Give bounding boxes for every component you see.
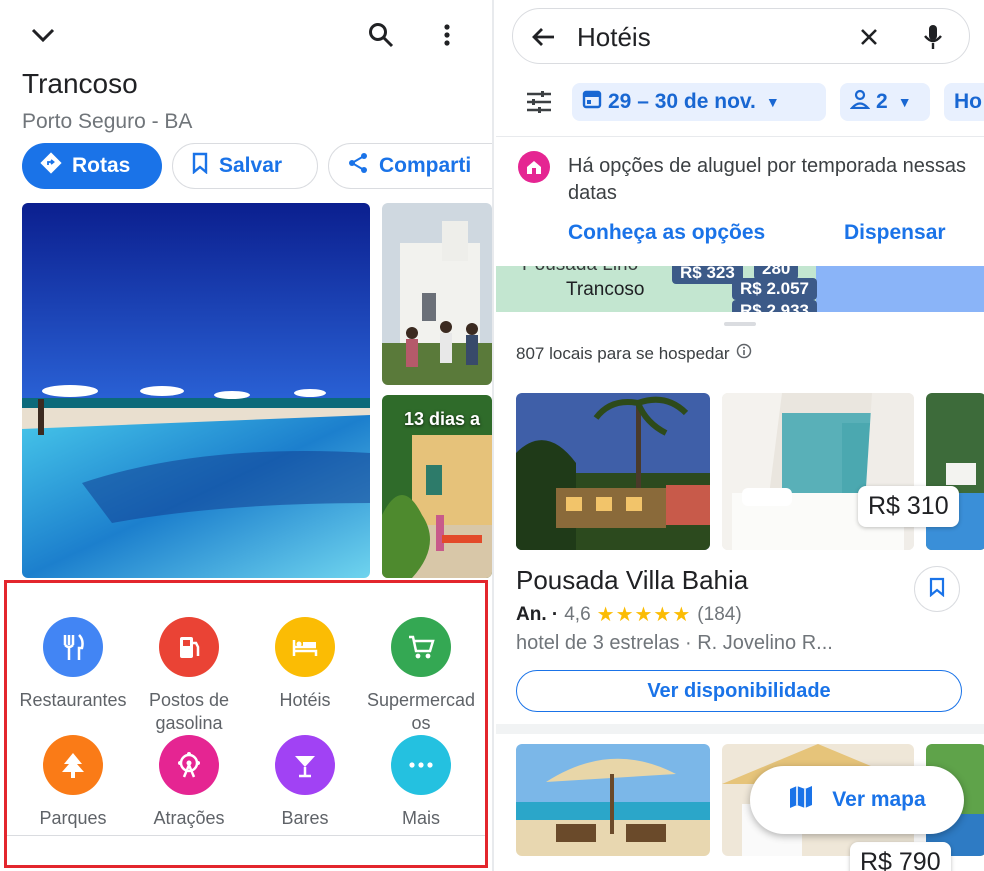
place-panel: Trancoso Porto Seguro - BA Rotas Salvar … bbox=[0, 0, 492, 871]
home-icon bbox=[518, 151, 550, 183]
chevron-down-icon: ▼ bbox=[765, 94, 780, 110]
hotel-results-panel: Hotéis 29 – 30 de nov. ▼ 2 ▼ Ho Há opçõe… bbox=[492, 0, 984, 871]
photo-street-recent[interactable]: 13 dias a bbox=[382, 395, 492, 578]
hotel-rating-row: An. · 4,6 ★★★★★ (184) bbox=[516, 602, 742, 627]
photo-church[interactable] bbox=[382, 203, 492, 385]
check-availability-button[interactable]: Ver disponibilidade bbox=[516, 670, 962, 712]
cocktail-icon bbox=[275, 735, 335, 795]
share-label: Comparti bbox=[379, 154, 472, 177]
map-icon bbox=[788, 785, 814, 815]
guests-filter-chip[interactable]: 2 ▼ bbox=[840, 83, 930, 121]
second-hotel-price: R$ 790 bbox=[850, 842, 951, 871]
divider bbox=[7, 835, 485, 836]
category-attractions[interactable]: Atrações bbox=[131, 735, 247, 830]
banner-text: Há opções de aluguel por temporada nessa… bbox=[568, 155, 967, 204]
more-dots-icon bbox=[391, 735, 451, 795]
save-label: Salvar bbox=[219, 154, 283, 177]
clear-icon[interactable] bbox=[853, 21, 885, 53]
category-bars[interactable]: Bares bbox=[247, 735, 363, 830]
info-icon[interactable] bbox=[736, 343, 752, 364]
hotel-photo-beach[interactable] bbox=[516, 744, 710, 856]
drag-handle[interactable] bbox=[724, 322, 756, 326]
calendar-icon bbox=[582, 89, 602, 115]
photo-age-badge: 13 dias a bbox=[404, 409, 481, 429]
category-label: Restaurantes bbox=[19, 690, 127, 710]
directions-icon bbox=[40, 152, 62, 180]
date-range: 29 – 30 de nov. bbox=[608, 90, 756, 113]
filter-sliders-icon[interactable] bbox=[522, 86, 556, 118]
category-hotels[interactable]: Hotéis bbox=[247, 617, 363, 712]
search-bar[interactable]: Hotéis bbox=[512, 8, 970, 64]
category-supermarkets[interactable]: Supermercados bbox=[363, 617, 479, 735]
directions-button[interactable]: Rotas bbox=[22, 143, 162, 189]
map-price-pin[interactable]: R$ 2.057 bbox=[732, 278, 817, 300]
hotel-photo-exterior[interactable] bbox=[516, 393, 710, 550]
more-filter-label: Ho bbox=[954, 90, 982, 113]
microphone-icon[interactable] bbox=[917, 21, 949, 53]
main-photo-pool[interactable] bbox=[22, 203, 370, 578]
place-title: Trancoso bbox=[22, 68, 138, 99]
gas-station-icon bbox=[159, 617, 219, 677]
view-map-button[interactable]: Ver mapa bbox=[750, 766, 964, 834]
category-label: Supermercados bbox=[366, 690, 476, 733]
share-button[interactable]: Comparti bbox=[328, 143, 492, 189]
back-arrow-icon[interactable] bbox=[527, 21, 559, 53]
category-shortcuts: Restaurantes Postos de gasolina Hotéis S… bbox=[4, 580, 488, 868]
category-parks[interactable]: Parques bbox=[15, 735, 131, 830]
category-restaurants[interactable]: Restaurantes bbox=[15, 617, 131, 712]
more-vertical-icon[interactable] bbox=[432, 18, 462, 52]
results-count: 807 locais para se hospedar bbox=[516, 343, 752, 364]
share-icon bbox=[347, 152, 369, 180]
save-hotel-button[interactable] bbox=[914, 566, 960, 612]
hotel-bed-icon bbox=[275, 617, 335, 677]
view-map-label: Ver mapa bbox=[832, 788, 926, 811]
review-count: (184) bbox=[697, 603, 742, 625]
bookmark-icon bbox=[929, 577, 945, 602]
rating-value: 4,6 bbox=[564, 603, 591, 625]
map-price-pin[interactable]: R$ 2.933 bbox=[732, 300, 817, 312]
section-separator bbox=[496, 724, 984, 734]
category-label: Bares bbox=[281, 808, 329, 828]
place-subtitle: Porto Seguro - BA bbox=[22, 110, 193, 133]
bookmark-icon bbox=[191, 152, 209, 180]
category-label: Hotéis bbox=[279, 690, 331, 710]
hotel-price: R$ 310 bbox=[858, 486, 959, 527]
category-label: Parques bbox=[39, 808, 107, 828]
category-label: Mais bbox=[401, 808, 440, 828]
results-count-text: 807 locais para se hospedar bbox=[516, 343, 730, 363]
star-rating-icon: ★★★★★ bbox=[596, 604, 692, 626]
hotel-name[interactable]: Pousada Villa Bahia bbox=[516, 565, 748, 596]
category-label: Atrações bbox=[153, 808, 225, 828]
chevron-down-icon: ▼ bbox=[897, 94, 912, 110]
map-label-town: Trancoso bbox=[566, 279, 645, 300]
explore-options-link[interactable]: Conheça as opções bbox=[568, 221, 765, 245]
date-filter-chip[interactable]: 29 – 30 de nov. ▼ bbox=[572, 83, 826, 121]
park-tree-icon bbox=[43, 735, 103, 795]
attraction-ferris-icon bbox=[159, 735, 219, 795]
ad-label: An. · bbox=[516, 603, 559, 625]
save-button[interactable]: Salvar bbox=[172, 143, 318, 189]
mini-map[interactable]: Pousada Lirio Trancoso R$ 323 280 R$ 2.0… bbox=[496, 266, 984, 312]
shopping-cart-icon bbox=[391, 617, 451, 677]
map-water bbox=[816, 266, 984, 312]
more-filter-chip[interactable]: Ho bbox=[944, 83, 984, 121]
search-query[interactable]: Hotéis bbox=[577, 22, 651, 53]
category-gas-stations[interactable]: Postos de gasolina bbox=[131, 617, 247, 735]
directions-label: Rotas bbox=[72, 154, 131, 177]
search-icon[interactable] bbox=[364, 18, 398, 52]
chevron-down-icon[interactable] bbox=[26, 20, 60, 50]
map-label-pousada: Pousada Lirio bbox=[522, 266, 638, 276]
category-more[interactable]: Mais bbox=[363, 735, 479, 830]
person-icon bbox=[849, 89, 871, 115]
rental-banner: Há opções de aluguel por temporada nessa… bbox=[496, 136, 984, 266]
category-label: Postos de gasolina bbox=[148, 690, 230, 733]
dismiss-link[interactable]: Dispensar bbox=[844, 221, 946, 245]
hotel-description: hotel de 3 estrelas · R. Jovelino R... bbox=[516, 632, 833, 654]
guests-count: 2 bbox=[876, 90, 888, 113]
restaurant-icon bbox=[43, 617, 103, 677]
